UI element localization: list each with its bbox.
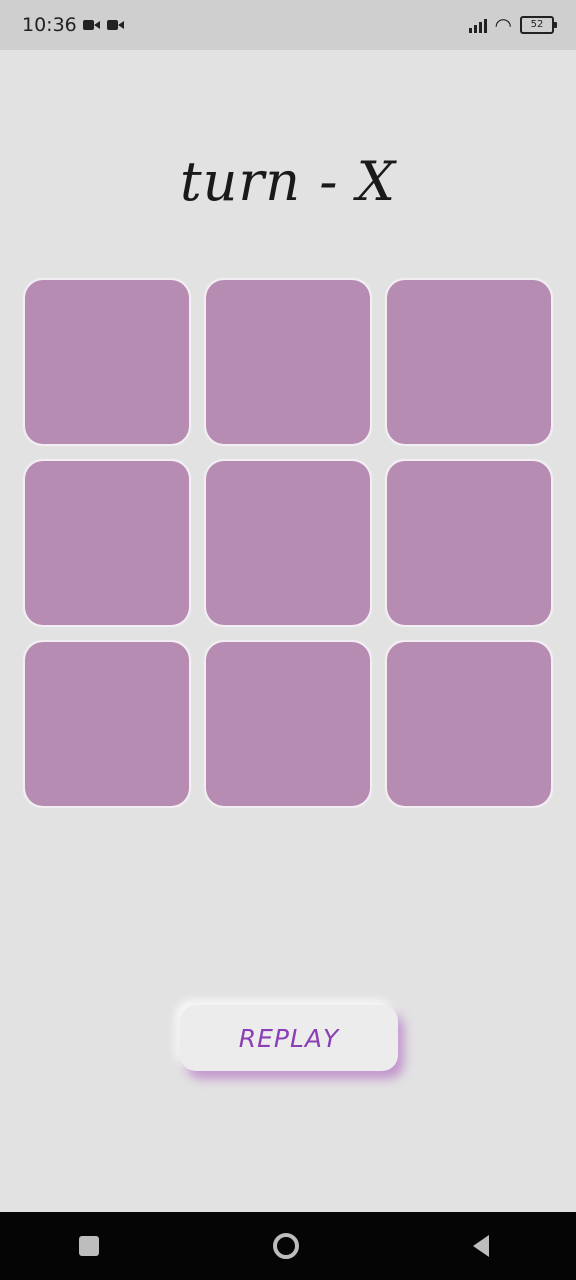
wifi-icon: ◠ <box>494 13 512 37</box>
status-left: 10:36 <box>22 14 125 36</box>
back-triangle-icon[interactable] <box>473 1235 489 1257</box>
status-bar: 10:36 ◠ 52 <box>0 0 576 50</box>
game-board <box>25 280 551 806</box>
turn-indicator: turn - X <box>179 150 397 213</box>
board-cell-8[interactable] <box>206 642 370 806</box>
video-camera-icon <box>106 18 125 32</box>
signal-icon <box>468 17 487 33</box>
home-circle-icon[interactable] <box>273 1233 299 1259</box>
navigation-bar <box>0 1212 576 1280</box>
recents-square-icon[interactable] <box>79 1236 99 1256</box>
board-cell-6[interactable] <box>387 461 551 625</box>
battery-icon: 52 <box>520 16 557 34</box>
status-time: 10:36 <box>22 14 77 36</box>
board-cell-2[interactable] <box>206 280 370 444</box>
board-cell-4[interactable] <box>25 461 189 625</box>
board-cell-3[interactable] <box>387 280 551 444</box>
board-cell-9[interactable] <box>387 642 551 806</box>
video-camera-icon <box>82 18 101 32</box>
board-cell-1[interactable] <box>25 280 189 444</box>
status-right: ◠ 52 <box>468 13 557 37</box>
replay-button[interactable]: REPLAY <box>180 1005 398 1071</box>
battery-level: 52 <box>530 19 544 30</box>
board-cell-7[interactable] <box>25 642 189 806</box>
board-cell-5[interactable] <box>206 461 370 625</box>
